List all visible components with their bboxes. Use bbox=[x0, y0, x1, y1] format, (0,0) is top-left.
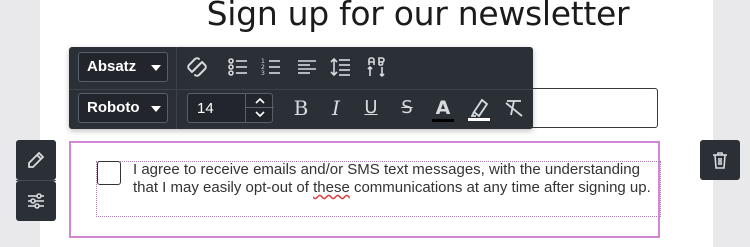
clear-format-icon bbox=[505, 100, 523, 117]
trash-icon bbox=[713, 152, 727, 169]
line-height-icon bbox=[330, 57, 350, 77]
unlink-button[interactable] bbox=[184, 54, 210, 80]
chevron-down-icon bbox=[151, 65, 161, 71]
font-family-label: Roboto bbox=[87, 99, 140, 116]
pencil-icon bbox=[28, 151, 45, 168]
svg-text:3: 3 bbox=[261, 70, 265, 77]
font-family-select[interactable]: Roboto bbox=[78, 93, 168, 123]
chevron-down-icon bbox=[255, 111, 265, 118]
chevron-down-icon bbox=[151, 106, 161, 112]
numbered-list-button[interactable]: 123 bbox=[258, 54, 284, 80]
consent-text[interactable]: I agree to receive emails and/or SMS tex… bbox=[133, 161, 653, 197]
delete-block-button[interactable] bbox=[700, 140, 740, 180]
chevron-up-icon bbox=[255, 97, 265, 104]
strikethrough-button[interactable]: S bbox=[394, 95, 420, 121]
toolbar-divider bbox=[176, 47, 177, 89]
underline-button[interactable]: U bbox=[358, 95, 384, 121]
toolbar-divider bbox=[69, 89, 533, 90]
font-size-decrease-button[interactable] bbox=[246, 108, 274, 122]
clear-format-button[interactable] bbox=[501, 95, 527, 121]
text-color-glyph: A bbox=[435, 97, 451, 119]
bold-button[interactable]: B bbox=[288, 95, 314, 121]
align-left-button[interactable] bbox=[294, 54, 320, 80]
line-height-button[interactable] bbox=[328, 54, 354, 80]
bulleted-list-button[interactable] bbox=[225, 54, 251, 80]
toolbar-divider bbox=[176, 89, 177, 129]
text-color-swatch bbox=[432, 119, 454, 122]
font-size-increase-button[interactable] bbox=[246, 94, 274, 108]
text-color-button[interactable]: A bbox=[430, 95, 456, 122]
highlight-button[interactable] bbox=[466, 95, 492, 121]
italic-button[interactable]: I bbox=[323, 95, 349, 121]
page-title: Sign up for our newsletter bbox=[206, 0, 630, 33]
numbered-list-icon: 123 bbox=[261, 58, 280, 77]
consent-checkbox[interactable] bbox=[97, 161, 121, 185]
align-left-icon bbox=[298, 60, 316, 74]
text-direction-icon bbox=[367, 57, 385, 78]
unlink-icon bbox=[187, 57, 207, 77]
paragraph-style-select[interactable]: Absatz bbox=[78, 52, 168, 82]
consent-text-after: communications at any time after signing… bbox=[349, 179, 651, 196]
font-size-value: 14 bbox=[197, 100, 214, 117]
highlighter-icon bbox=[468, 98, 490, 121]
misspelled-word: these bbox=[313, 179, 350, 196]
block-settings-button[interactable] bbox=[16, 181, 56, 221]
font-size-input[interactable]: 14 bbox=[187, 93, 274, 123]
bulleted-list-icon bbox=[228, 58, 247, 76]
font-size-stepper bbox=[245, 94, 274, 122]
edit-block-button[interactable] bbox=[16, 140, 56, 180]
paragraph-style-label: Absatz bbox=[87, 58, 137, 75]
text-direction-button[interactable] bbox=[364, 54, 390, 80]
sliders-icon bbox=[28, 193, 44, 209]
